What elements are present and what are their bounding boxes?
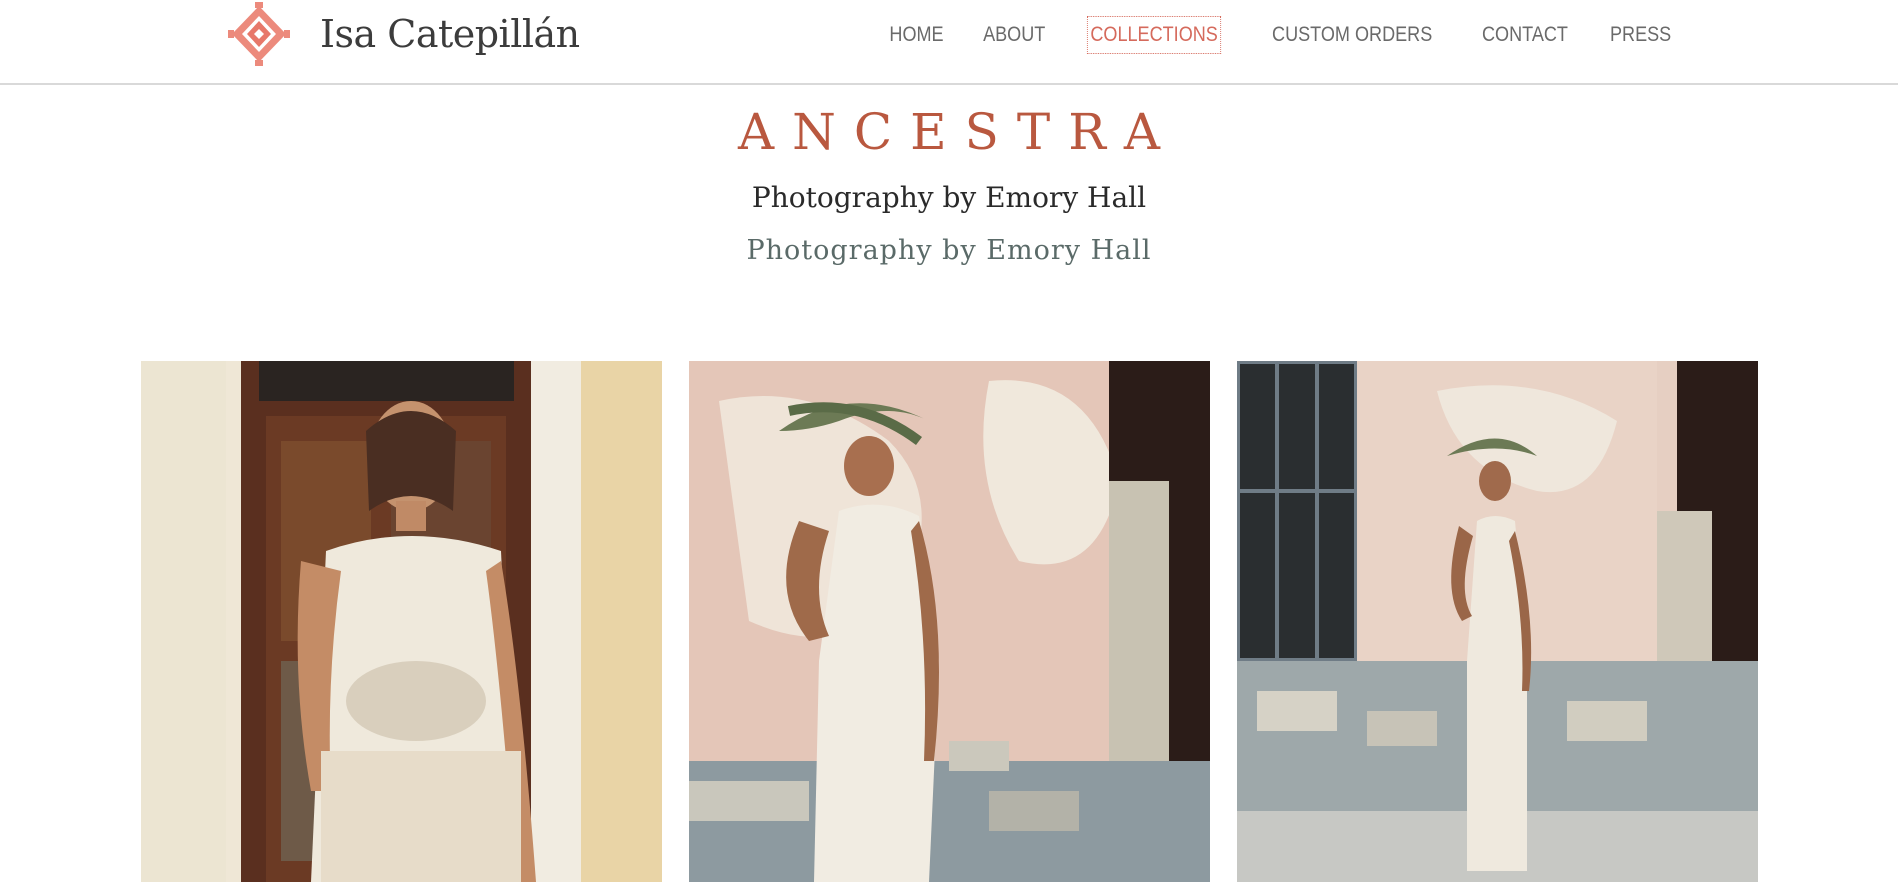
photo-credit-primary: Photography by Emory Hall (751, 181, 1147, 214)
photo-credit-secondary: Photography by Emory Hall (746, 235, 1152, 266)
photo-model-with-olive-crown (689, 361, 1210, 882)
nav-press[interactable]: PRESS (1606, 16, 1674, 54)
photo-model-at-door (141, 361, 662, 882)
nav-custom-orders[interactable]: CUSTOM ORDERS (1268, 16, 1435, 54)
nav-collections[interactable]: COLLECTIONS (1087, 16, 1222, 54)
nav-about[interactable]: ABOUT (980, 16, 1049, 54)
photo-gallery (141, 361, 1758, 882)
brand-name: Isa Catepillán (320, 12, 580, 56)
gallery-photo-2[interactable] (689, 361, 1210, 882)
collection-title: ANCESTRA (738, 103, 1178, 161)
photo-model-by-window (1237, 361, 1758, 882)
gallery-photo-1[interactable] (141, 361, 662, 882)
nav-home[interactable]: HOME (886, 16, 947, 54)
nav-contact[interactable]: CONTACT (1478, 16, 1571, 54)
collection-header: ANCESTRA Photography by Emory Hall Photo… (0, 100, 1898, 268)
main-nav: HOME ABOUT COLLECTIONS CUSTOM ORDERS CON… (859, 16, 1680, 54)
gallery-photo-3[interactable] (1237, 361, 1758, 882)
aztec-diamond-logo-icon (228, 2, 290, 66)
site-header: Isa Catepillán HOME ABOUT COLLECTIONS CU… (0, 0, 1898, 85)
home-logo-link[interactable]: Isa Catepillán (228, 2, 580, 66)
